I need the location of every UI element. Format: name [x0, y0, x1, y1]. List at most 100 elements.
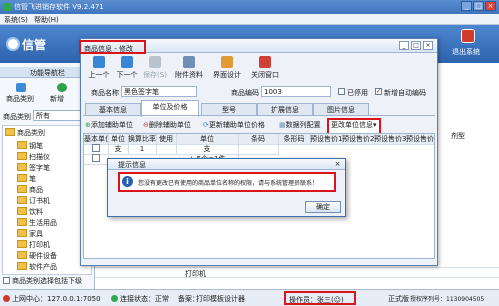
menu-bar: 系统(S) 帮助(H) [0, 14, 499, 25]
minimize-button[interactable]: _ [461, 1, 472, 11]
info-icon: i [122, 176, 133, 187]
close-button[interactable]: × [485, 1, 496, 11]
base-unit-checkbox-cell[interactable] [84, 154, 109, 165]
tree-item[interactable]: 扫描仪 [17, 152, 50, 163]
prev-button[interactable]: 上一个 [86, 56, 112, 80]
tree-item-label: 家具 [29, 230, 43, 238]
folder-icon [17, 196, 27, 204]
include-children-checkbox[interactable] [3, 277, 10, 284]
menu-system[interactable]: 系统(S) [4, 15, 28, 25]
add-unit-link[interactable]: ⊕添加辅助单位 [85, 120, 133, 131]
table-row[interactable]: 支 1 支 [84, 144, 434, 155]
folder-icon [17, 185, 27, 193]
status-connection: 连接状态：正常 [120, 295, 169, 303]
disabled-label: 已停用 [347, 89, 368, 97]
category-icon[interactable] [16, 83, 26, 92]
tree-item-label: 打印机 [29, 241, 50, 249]
save-button[interactable]: 保存(S) [142, 56, 168, 80]
base-unit-checkbox[interactable] [92, 154, 100, 162]
tree-item[interactable]: 签字笔 [17, 163, 50, 174]
dialog-close-button[interactable]: × [423, 41, 433, 50]
product-info-dialog: 商品信息 - 修改 _ □ × 上一个 下一个 保存(S) 附件资料 界面设计 … [79, 38, 438, 266]
delete-unit-label: 删除辅助单位 [148, 121, 191, 129]
server-icon [3, 295, 10, 302]
message-close-button[interactable]: × [333, 160, 342, 168]
disabled-checkbox[interactable] [338, 88, 345, 95]
folder-icon [17, 218, 27, 226]
dialog-title-box: 商品信息 - 修改 [79, 40, 146, 54]
category-button[interactable]: 商品类别 [6, 94, 34, 104]
grid-icon: ▦ [279, 121, 286, 129]
base-unit-checkbox[interactable] [92, 144, 100, 152]
tree-item-label: 软件产品 [29, 263, 57, 271]
dialog-title: 商品信息 - 修改 [84, 45, 133, 53]
tree-item[interactable]: 软件产品 [17, 262, 57, 273]
tree-item-label: 商品 [29, 186, 43, 194]
table-header: 基本单位 单位 换算比率 使用 单位 条码 条形码 预设售价1 预设售价2 预设… [84, 134, 434, 145]
message-box: 提示信息 × i 您没有更改已有使用的商品单位名称的权限，请与系统管理员联系！ … [107, 158, 346, 217]
add-unit-label: 添加辅助单位 [90, 121, 133, 129]
folder-icon [5, 128, 15, 136]
tree-item[interactable]: 商品 [17, 185, 43, 196]
add-button[interactable]: 新增 [50, 94, 64, 104]
attachment-button[interactable]: 附件资料 [173, 56, 205, 80]
exit-icon[interactable] [461, 29, 475, 43]
attachment-icon [183, 56, 195, 68]
tree-root[interactable]: 商品类别 [5, 128, 45, 138]
tree-item-label: 饮料 [29, 208, 43, 216]
ok-label: 确定 [316, 203, 330, 211]
tree-item[interactable]: 订书机 [17, 196, 50, 207]
close-window-label: 关闭窗口 [251, 71, 279, 79]
product-code-input[interactable]: 1003 [261, 86, 331, 97]
add-icon[interactable] [57, 83, 67, 92]
dialog-maximize-button[interactable]: □ [411, 41, 421, 50]
close-window-button[interactable]: 关闭窗口 [249, 56, 281, 80]
menu-help[interactable]: 帮助(H) [34, 15, 59, 25]
layout-design-label: 界面设计 [213, 71, 241, 79]
tree-item[interactable]: 笔 [17, 174, 36, 185]
status-serial: 授权序列号：1130904505 [410, 296, 485, 303]
folder-icon [17, 141, 27, 149]
tree-item[interactable]: 饮料 [17, 207, 43, 218]
update-price-link[interactable]: ⟳更新辅助单位价格 [203, 120, 265, 131]
logo-icon [6, 37, 20, 51]
dialog-titlebar: 商品信息 - 修改 _ □ × [79, 39, 437, 54]
tree-item[interactable]: 家具 [17, 229, 43, 240]
delete-unit-link[interactable]: ⊖删除辅助单位 [143, 120, 191, 131]
ok-button[interactable]: 确定 [305, 201, 341, 213]
tree-item[interactable]: 硬件设备 [17, 251, 57, 262]
layout-design-button[interactable]: 界面设计 [211, 56, 243, 80]
auto-code-checkbox[interactable]: ✓ [375, 88, 382, 95]
dialog-minimize-button[interactable]: _ [399, 41, 409, 50]
tree-item[interactable]: 生活用品 [17, 218, 57, 229]
tree-item[interactable]: 钢笔 [17, 141, 43, 152]
exit-system-button[interactable]: 退出系统 [452, 47, 480, 57]
tree-item[interactable]: 打印机 [17, 240, 50, 251]
layout-icon [221, 56, 233, 68]
tree-item-label: 笔 [29, 175, 36, 183]
change-unit-label: 更改单位信息 [331, 121, 373, 129]
tree-item-label: 钢笔 [29, 142, 43, 150]
column-config-link[interactable]: ▦数据列配置 [279, 120, 321, 131]
content-row-label: 打印机 [185, 270, 206, 278]
status-bar: 上网中心：127.0.0.1:7050 连接状态：正常 备案： 打印模板设计器 … [0, 289, 499, 306]
status-operator-box: 操作员：张三(☺) [284, 291, 356, 305]
app-icon [3, 3, 11, 11]
connection-icon [111, 295, 118, 302]
next-button[interactable]: 下一个 [114, 56, 140, 80]
save-label: 保存(S) [143, 71, 167, 79]
tree-item-label: 订书机 [29, 197, 50, 205]
arrow-down-icon [121, 56, 133, 68]
tree-item-label: 生活用品 [29, 219, 57, 227]
tree-item-label: 扫描仪 [29, 153, 50, 161]
tab-underline [83, 115, 435, 116]
category-tree: 商品类别 钢笔 扫描仪 签字笔 笔 商品 订书机 饮料 生活用品 家具 打印机 … [2, 125, 92, 275]
folder-icon [17, 207, 27, 215]
status-server: 上网中心：127.0.0.1:7050 [12, 295, 101, 303]
folder-icon [17, 240, 27, 248]
folder-icon [17, 251, 27, 259]
product-code-label: 商品编码 [231, 89, 259, 97]
folder-icon [17, 174, 27, 182]
maximize-button[interactable]: □ [473, 1, 484, 11]
product-name-input[interactable]: 黑色签字笔 [121, 86, 197, 97]
